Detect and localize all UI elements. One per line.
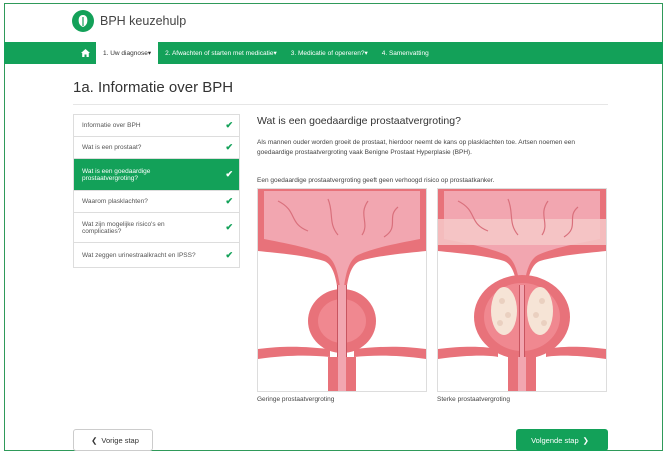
- chevron-left-icon: ❮: [91, 435, 98, 445]
- app-title: BPH keuzehulp: [100, 14, 187, 28]
- content-title: Wat is een goedaardige prostaatvergrotin…: [257, 115, 461, 127]
- logo-icon: [72, 10, 94, 32]
- nav-item-afwachten[interactable]: 2. Afwachten of starten met medicatie ▾: [158, 42, 284, 64]
- step-list: Informatie over BPH ✔ Wat is een prostaat…: [73, 114, 240, 268]
- figure-caption: Geringe prostaatvergroting: [257, 396, 335, 403]
- figure-caption: Sterke prostaatvergroting: [437, 396, 510, 403]
- step-item-informatie[interactable]: Informatie over BPH ✔: [74, 115, 239, 137]
- check-icon: ✔: [225, 120, 233, 130]
- nav-item-samenvatting[interactable]: 4. Samenvatting: [375, 42, 436, 64]
- app-logo[interactable]: BPH keuzehulp: [72, 9, 186, 33]
- step-item-goedaardige-vergroting[interactable]: Wat is een goedaardige prostaatvergrotin…: [74, 159, 239, 191]
- divider: [73, 104, 608, 105]
- main-nav: 1. Uw diagnose ▾ 2. Afwachten of starten …: [4, 42, 663, 64]
- nav-item-medicatie[interactable]: 3. Medicatie of opereren? ▾: [284, 42, 375, 64]
- prostate-illustration: [438, 189, 606, 391]
- previous-step-button[interactable]: ❮ Vorige stap: [73, 429, 153, 451]
- step-item-prostaat[interactable]: Wat is een prostaat? ✔: [74, 137, 239, 159]
- figure-mild-enlargement: [257, 188, 427, 392]
- nav-item-diagnose[interactable]: 1. Uw diagnose ▾: [96, 42, 159, 64]
- caret-down-icon: ▾: [147, 50, 152, 57]
- caret-down-icon: ▾: [273, 50, 277, 57]
- check-icon: ✔: [225, 142, 233, 152]
- caret-down-icon: ▾: [364, 50, 368, 57]
- check-icon: ✔: [225, 196, 233, 206]
- content-paragraph: Als mannen ouder worden groeit de prosta…: [257, 139, 575, 156]
- check-icon: ✔: [225, 249, 233, 260]
- check-icon: ✔: [225, 169, 233, 179]
- prostate-illustration: [258, 189, 426, 391]
- content-paragraph: Een goedaardige prostaatvergroting geeft…: [257, 177, 495, 184]
- next-step-button[interactable]: Volgende stap ❯: [516, 429, 608, 451]
- step-item-plasklachten[interactable]: Waarom plasklachten? ✔: [74, 191, 239, 213]
- home-icon[interactable]: [74, 49, 96, 57]
- page-title: 1a. Informatie over BPH: [73, 79, 234, 96]
- figure-severe-enlargement: [437, 188, 607, 392]
- chevron-right-icon: ❯: [582, 435, 589, 445]
- check-icon: ✔: [225, 222, 233, 232]
- step-item-urinestraal[interactable]: Wat zeggen urinestraalkracht en IPSS? ✔: [74, 243, 239, 267]
- step-item-risicos[interactable]: Wat zijn mogelijke risico's en complicat…: [74, 213, 239, 243]
